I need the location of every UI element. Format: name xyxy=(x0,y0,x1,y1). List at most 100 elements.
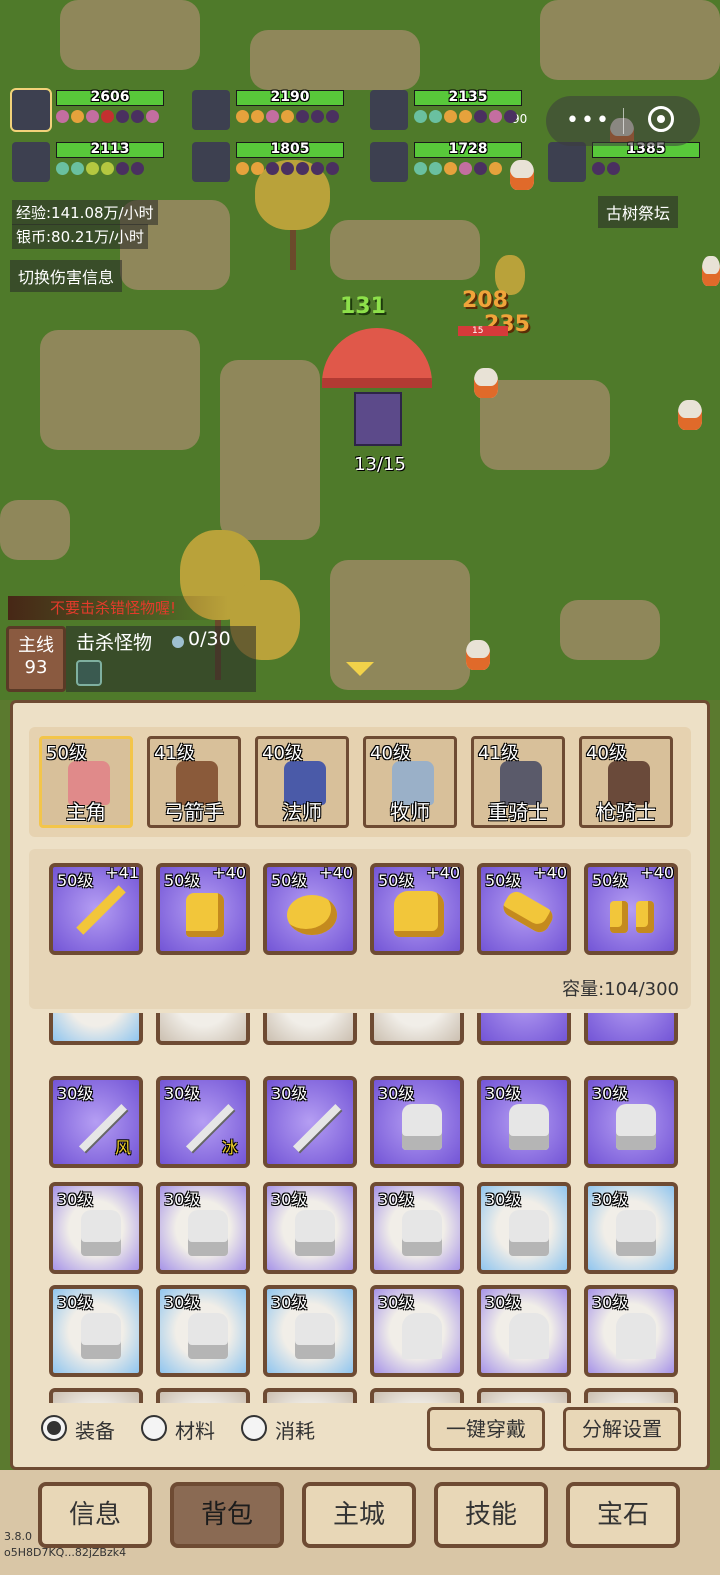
filter-material-radio[interactable] xyxy=(141,1415,167,1441)
team-member-card[interactable]: 1728 xyxy=(368,140,528,184)
equipped-gauntlet-slot[interactable]: 50级 +40 xyxy=(477,863,571,955)
inventory-item[interactable]: 30级 xyxy=(584,1182,678,1274)
inventory-item[interactable]: 30级 xyxy=(370,1285,464,1377)
item-level: 30级 xyxy=(164,1084,201,1103)
buff-row xyxy=(56,110,166,126)
inventory-item[interactable] xyxy=(49,1013,143,1045)
armor-icon xyxy=(616,1210,656,1256)
inventory-item[interactable]: 30级 xyxy=(370,1076,464,1168)
hero-tab-archer[interactable]: 41级 弓箭手 xyxy=(147,736,241,828)
monster-icon[interactable] xyxy=(678,400,702,430)
filter-equipment-label[interactable]: 装备 xyxy=(75,1415,115,1444)
inventory-item[interactable]: 30级 xyxy=(584,1076,678,1168)
hero-level: 50级 xyxy=(46,743,87,764)
hp-bar: 2113 xyxy=(56,141,164,158)
team-member-card[interactable]: 2135 xyxy=(368,88,528,132)
nav-gems[interactable]: 宝石 xyxy=(566,1482,680,1548)
equipped-boots-slot[interactable]: 50级 +40 xyxy=(584,863,678,955)
toggle-damage-button[interactable]: 切换伤害信息 xyxy=(10,260,123,292)
team-member-card[interactable]: 2190 xyxy=(190,88,350,132)
inventory-item[interactable] xyxy=(477,1388,571,1403)
hero-name: 牧师 xyxy=(390,800,430,824)
close-miniprogram-icon[interactable] xyxy=(648,106,674,132)
equipped-helmet-slot[interactable]: 50级 +40 xyxy=(156,863,250,955)
filter-consumable-radio[interactable] xyxy=(241,1415,267,1441)
miniprogram-capsule[interactable]: ••• xyxy=(546,96,700,146)
monster-icon[interactable] xyxy=(474,368,498,398)
inventory-item[interactable]: 30级 xyxy=(263,1182,357,1274)
inventory-item[interactable] xyxy=(49,1388,143,1403)
quest-reward-icon[interactable] xyxy=(76,660,102,686)
inventory-item[interactable]: 30级 xyxy=(477,1182,571,1274)
filter-equipment-radio[interactable] xyxy=(41,1415,67,1441)
hero-level: 40级 xyxy=(370,743,411,764)
inventory-item[interactable] xyxy=(370,1013,464,1045)
main-quest-badge[interactable]: 主线 93 xyxy=(6,626,66,692)
team-member-card[interactable]: 2606 xyxy=(10,88,170,132)
inventory-item[interactable]: 30级 xyxy=(49,1285,143,1377)
buff-row xyxy=(592,162,702,178)
item-level: 50级 xyxy=(592,871,629,890)
inventory-item[interactable]: 30级 xyxy=(156,1182,250,1274)
hero-tab-mage[interactable]: 40级 法师 xyxy=(255,736,349,828)
game-map[interactable]: 13/15 131 208 235 90 15 2606 2190 2135 2… xyxy=(0,0,720,700)
decompose-settings-button[interactable]: 分解设置 xyxy=(563,1407,681,1451)
hp-bar: 2190 xyxy=(236,89,344,106)
monster-target-icon xyxy=(172,636,184,648)
item-level: 30级 xyxy=(378,1084,415,1103)
inventory-item[interactable] xyxy=(584,1013,678,1045)
hero-name: 主角 xyxy=(66,800,106,824)
inventory-item[interactable]: 30级 xyxy=(263,1285,357,1377)
inventory-item[interactable] xyxy=(263,1013,357,1045)
hero-tab-lancer[interactable]: 40级 枪骑士 xyxy=(579,736,673,828)
inventory-grid[interactable]: 30级 风 30级 冰 30级 30级 30级 30级 30级 30级 30级 … xyxy=(29,1013,691,1403)
inventory-item[interactable]: 30级 xyxy=(584,1285,678,1377)
item-level: 30级 xyxy=(485,1190,522,1209)
inventory-item[interactable] xyxy=(156,1388,250,1403)
inventory-item[interactable]: 30级 xyxy=(263,1076,357,1168)
armor-icon xyxy=(188,1210,228,1256)
capacity-label: 容量:104/300 xyxy=(562,979,679,1000)
inventory-item[interactable]: 30级 xyxy=(370,1182,464,1274)
hero-tab-protagonist[interactable]: 50级 主角 xyxy=(39,736,133,828)
armor-icon xyxy=(188,1313,228,1359)
hero-name: 弓箭手 xyxy=(164,800,224,824)
equipped-shield-slot[interactable]: 50级 +40 xyxy=(263,863,357,955)
nav-main-city[interactable]: 主城 xyxy=(302,1482,416,1548)
collapse-panel-icon[interactable] xyxy=(346,662,374,676)
silver-rate: 银币:80.21万/小时 xyxy=(12,224,149,249)
inventory-item[interactable]: 30级 xyxy=(477,1076,571,1168)
inventory-item[interactable] xyxy=(263,1388,357,1403)
hero-tab-heavy-knight[interactable]: 41级 重骑士 xyxy=(471,736,565,828)
hp-bar: 2606 xyxy=(56,89,164,106)
inventory-item[interactable]: 30级 xyxy=(49,1182,143,1274)
inventory-item[interactable]: 30级 xyxy=(477,1285,571,1377)
inventory-item[interactable]: 30级 xyxy=(156,1285,250,1377)
inventory-item[interactable]: 30级 冰 xyxy=(156,1076,250,1168)
inventory-item[interactable] xyxy=(477,1013,571,1045)
buff-row xyxy=(414,110,524,126)
team-member-card[interactable]: 1805 xyxy=(190,140,350,184)
equipped-armor-slot[interactable]: 50级 +40 xyxy=(370,863,464,955)
inventory-item[interactable] xyxy=(584,1388,678,1403)
supply-crate-icon[interactable] xyxy=(354,392,402,446)
inventory-item[interactable] xyxy=(156,1013,250,1045)
gold-boots-icon xyxy=(636,901,654,933)
filter-consumable-label[interactable]: 消耗 xyxy=(275,1415,315,1444)
nav-info[interactable]: 信息 xyxy=(38,1482,152,1548)
nav-backpack[interactable]: 背包 xyxy=(170,1482,284,1548)
team-member-card[interactable]: 2113 xyxy=(10,140,170,184)
filter-material-label[interactable]: 材料 xyxy=(175,1415,215,1444)
hero-avatar xyxy=(192,90,230,130)
hero-tab-priest[interactable]: 40级 牧师 xyxy=(363,736,457,828)
team-member-card[interactable]: 1385 xyxy=(546,140,706,184)
inventory-item[interactable]: 30级 风 xyxy=(49,1076,143,1168)
monster-icon[interactable] xyxy=(702,256,720,286)
equip-all-button[interactable]: 一键穿戴 xyxy=(427,1407,545,1451)
quest-panel[interactable]: 击杀怪物 0/30 xyxy=(66,626,256,692)
more-icon[interactable]: ••• xyxy=(566,108,611,133)
monster-icon[interactable] xyxy=(466,640,490,670)
equipped-weapon-slot[interactable]: 50级 +41 xyxy=(49,863,143,955)
inventory-item[interactable] xyxy=(370,1388,464,1403)
nav-skills[interactable]: 技能 xyxy=(434,1482,548,1548)
